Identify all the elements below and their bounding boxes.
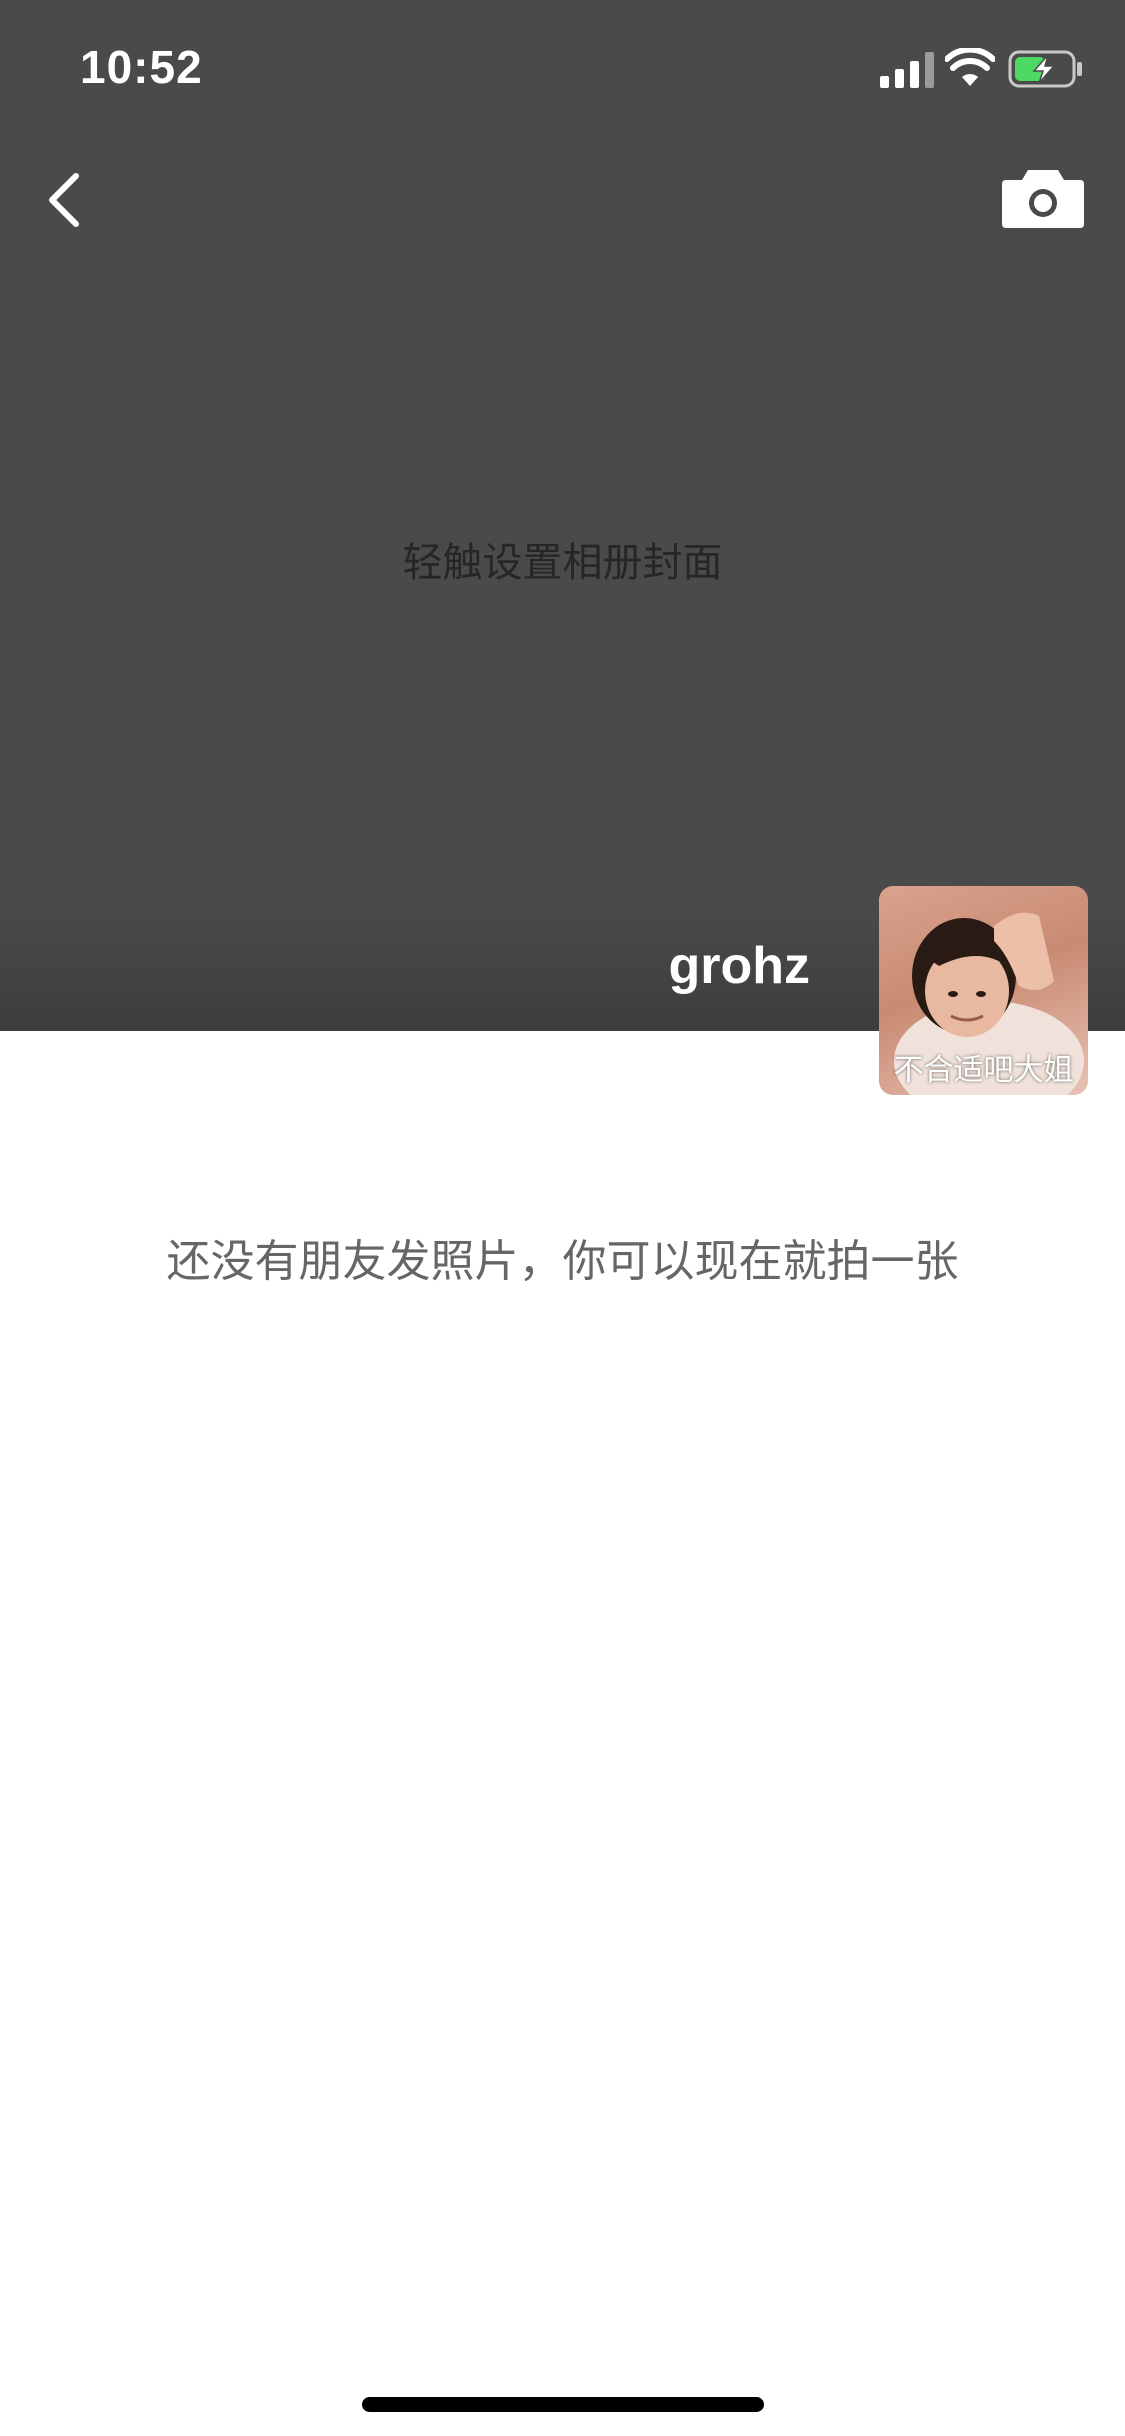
avatar-caption: 不合适吧大姐 bbox=[893, 1053, 1074, 1088]
camera-icon[interactable] bbox=[1000, 166, 1086, 230]
empty-feed-message: 还没有朋友发照片，你可以现在就拍一张 bbox=[166, 1236, 959, 1287]
set-cover-hint[interactable]: 轻触设置相册封面 bbox=[0, 530, 1125, 588]
avatar[interactable]: 不合适吧大姐 bbox=[879, 886, 1088, 1095]
wifi-icon bbox=[945, 48, 995, 86]
home-indicator[interactable] bbox=[362, 2397, 764, 2412]
username: grohz bbox=[668, 937, 810, 995]
status-time: 10:52 bbox=[80, 41, 203, 93]
album-screen: 10:52 轻触设置相册封面 grohz 不合适吧大姐 还没有朋友发照片，你可以… bbox=[0, 0, 1125, 2436]
signal-icon bbox=[880, 52, 934, 88]
battery-charging-icon bbox=[1008, 50, 1082, 88]
album-cover[interactable] bbox=[0, 0, 1125, 1031]
chevron-left-icon[interactable] bbox=[36, 160, 96, 240]
